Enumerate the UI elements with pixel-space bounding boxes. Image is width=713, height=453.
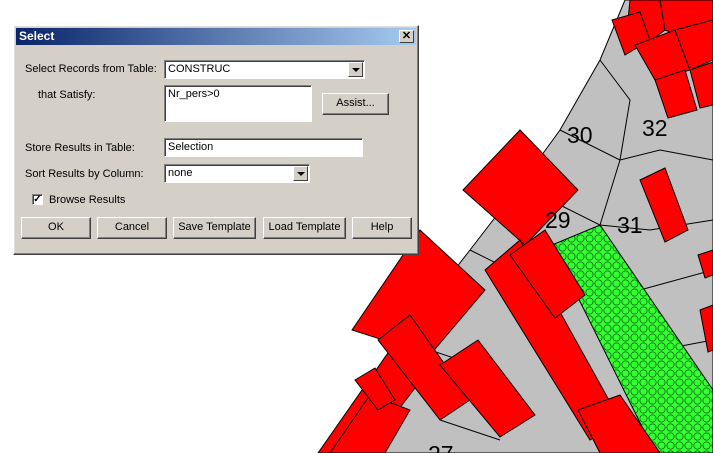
save-template-button[interactable]: Save Template [173, 217, 256, 239]
load-template-button[interactable]: Load Template [263, 217, 346, 239]
checkmark-icon: ✓ [33, 194, 42, 205]
table-select-value: CONSTRUC [168, 63, 231, 75]
dialog-title: Select [19, 29, 55, 43]
chevron-down-icon[interactable] [348, 62, 363, 77]
sort-select-value: none [168, 167, 193, 179]
parcel-label-27: 27 [428, 441, 454, 453]
parcel-label-29: 29 [545, 207, 571, 233]
condition-value: Nr_pers>0 [168, 88, 220, 100]
sort-label: Sort Results by Column: [25, 168, 144, 180]
select-records-label: Select Records from Table: [25, 63, 157, 75]
browse-label[interactable]: Browse Results [49, 194, 125, 206]
store-label: Store Results in Table: [25, 142, 135, 154]
dialog-titlebar[interactable]: Select ✕ [16, 28, 416, 45]
close-button[interactable]: ✕ [399, 30, 414, 43]
satisfy-label: that Satisfy: [38, 89, 96, 101]
store-value: Selection [168, 141, 214, 153]
cancel-button[interactable]: Cancel [97, 217, 167, 239]
store-field[interactable]: Selection [164, 138, 363, 157]
assist-button[interactable]: Assist... [322, 93, 389, 115]
help-button[interactable]: Help [352, 217, 412, 239]
parcel-label-32: 32 [642, 115, 668, 141]
ok-button[interactable]: OK [21, 217, 91, 239]
table-select[interactable]: CONSTRUC [164, 60, 365, 79]
chevron-down-icon[interactable] [293, 166, 308, 181]
close-icon: ✕ [401, 30, 412, 42]
parcel-label-31: 31 [617, 212, 643, 238]
select-dialog: Select ✕ Select Records from Table: CONS… [13, 25, 419, 255]
parcel-label-30: 30 [567, 122, 593, 148]
browse-checkbox[interactable]: ✓ [32, 194, 43, 205]
condition-field[interactable]: Nr_pers>0 [164, 85, 312, 122]
sort-select[interactable]: none [164, 164, 310, 183]
